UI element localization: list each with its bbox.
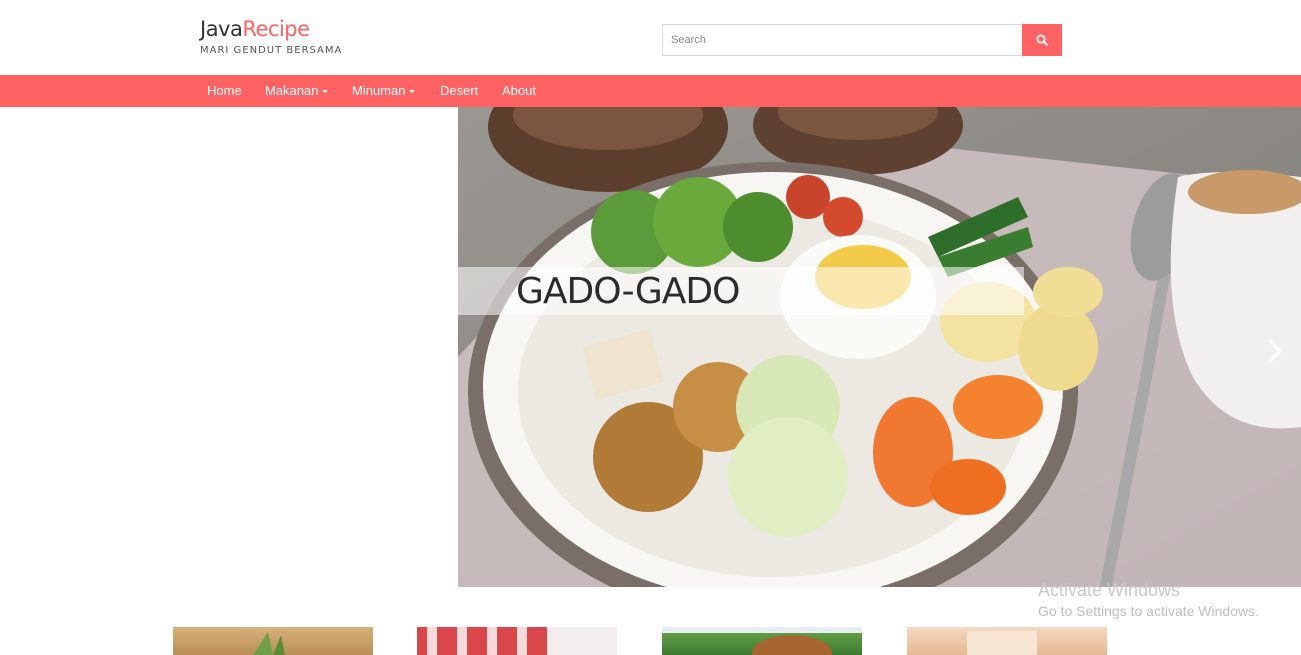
- nav-item-label: Home: [207, 83, 242, 98]
- nav-item-label: Makanan: [265, 83, 319, 98]
- nav-item-desert[interactable]: Desert: [440, 75, 478, 107]
- site-logo[interactable]: JavaRecipe: [200, 17, 310, 41]
- food-photo-icon: [417, 627, 547, 655]
- recipe-thumbnail[interactable]: [417, 627, 617, 655]
- nav-item-minuman[interactable]: Minuman: [352, 75, 416, 107]
- hero-carousel[interactable]: GADO-GADO: [458, 107, 1301, 587]
- search-button[interactable]: [1022, 24, 1062, 56]
- carousel-slide-image: [458, 107, 1301, 587]
- search-input[interactable]: [662, 24, 1022, 56]
- chevron-right-icon: [1268, 339, 1282, 363]
- nav-item-about[interactable]: About: [502, 75, 536, 107]
- main-nav: Home Makanan Minuman Desert About: [0, 75, 1301, 107]
- recipe-thumbnail[interactable]: [907, 627, 1107, 655]
- nav-item-label: Minuman: [352, 83, 406, 98]
- caret-down-icon: [409, 90, 416, 94]
- recipe-thumbnail[interactable]: [662, 627, 862, 655]
- logo-text-primary: Java: [200, 17, 243, 41]
- recipe-thumbnail[interactable]: [173, 627, 373, 655]
- logo-text-accent: Recipe: [242, 17, 310, 41]
- caret-down-icon: [322, 90, 329, 94]
- nav-item-makanan[interactable]: Makanan: [265, 75, 329, 107]
- carousel-caption: GADO-GADO: [516, 271, 740, 312]
- food-photo-icon: [662, 627, 862, 655]
- watermark-subtitle: Go to Settings to activate Windows.: [1038, 603, 1259, 619]
- food-photo-icon: [967, 631, 1037, 655]
- activate-windows-watermark: Activate Windows Go to Settings to activ…: [1038, 580, 1259, 619]
- nav-item-home[interactable]: Home: [207, 75, 242, 107]
- nav-item-label: Desert: [440, 83, 479, 98]
- food-photo-icon: [253, 632, 285, 655]
- watermark-title: Activate Windows: [1038, 580, 1181, 600]
- search-icon: [1036, 34, 1048, 46]
- carousel-next-button[interactable]: [1263, 335, 1287, 367]
- site-tagline: MARI GENDUT BERSAMA: [200, 45, 343, 56]
- nav-item-label: About: [502, 83, 536, 98]
- site-header: JavaRecipe MARI GENDUT BERSAMA: [0, 0, 1301, 75]
